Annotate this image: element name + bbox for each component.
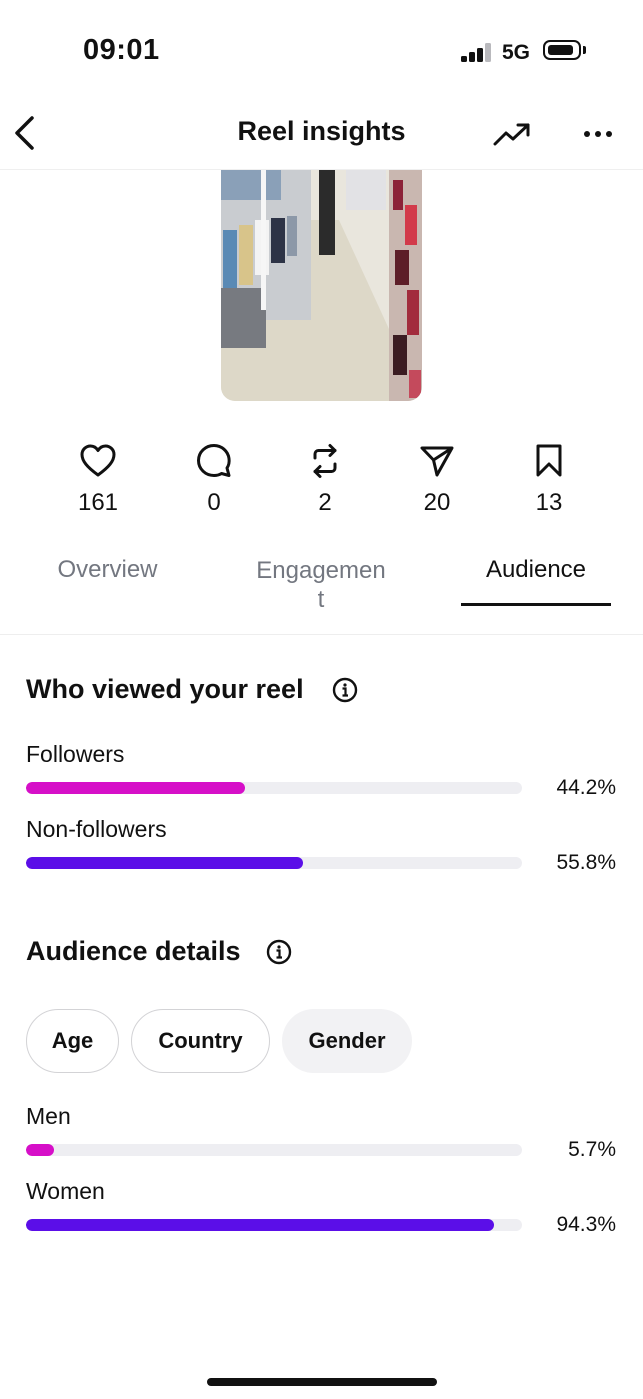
battery-icon <box>543 40 581 60</box>
page-title: Reel insights <box>237 116 406 146</box>
followers-label: Followers <box>26 741 125 767</box>
home-indicator <box>207 1378 437 1386</box>
men-label: Men <box>26 1103 71 1129</box>
battery-tip <box>583 46 586 54</box>
store-aisle-image <box>221 170 422 401</box>
tab-audience[interactable]: Audience <box>461 556 611 584</box>
heart-icon <box>78 441 118 481</box>
women-label: Women <box>26 1178 105 1204</box>
tab-engagement-label: Engagemen <box>256 557 386 584</box>
tab-engagement-label-wrap: t <box>317 586 325 613</box>
non-followers-bar <box>26 857 522 869</box>
men-bar-fill <box>26 1144 55 1156</box>
chip-country[interactable]: Country <box>131 1009 270 1073</box>
info-icon[interactable] <box>332 677 358 703</box>
followers-bar <box>26 782 522 794</box>
women-percent: 94.3% <box>556 1213 616 1236</box>
audience-info-icon[interactable] <box>266 939 292 965</box>
tabs-divider <box>0 634 643 635</box>
likes-count: 161 <box>77 489 119 516</box>
shares-count: 20 <box>423 489 451 516</box>
more-horizontal-icon <box>584 131 612 137</box>
women-bar <box>26 1219 522 1231</box>
men-bar <box>26 1144 522 1156</box>
comments-count: 0 <box>207 489 221 516</box>
network-type: 5G <box>502 41 531 64</box>
signal-icon <box>461 42 491 62</box>
non-followers-label: Non-followers <box>26 816 167 842</box>
comment-icon <box>194 441 234 481</box>
status-time: 09:01 <box>83 34 160 66</box>
share-icon <box>417 441 457 481</box>
repost-icon <box>305 441 345 481</box>
chip-age[interactable]: Age <box>26 1009 119 1073</box>
bookmark-icon <box>529 441 569 481</box>
non-followers-percent: 55.8% <box>556 851 616 874</box>
tab-overview[interactable]: Overview <box>30 556 185 584</box>
viewers-section-title: Who viewed your reel <box>26 674 304 704</box>
reel-thumbnail[interactable] <box>221 170 422 401</box>
saves-count: 13 <box>535 489 563 516</box>
audience-section-title: Audience details <box>26 936 241 966</box>
trending-up-icon <box>493 123 530 146</box>
more-button[interactable] <box>582 122 614 146</box>
followers-percent: 44.2% <box>556 776 616 799</box>
tab-engagement[interactable]: Engagemen t <box>236 556 406 614</box>
reposts-count: 2 <box>318 489 332 516</box>
women-bar-fill <box>26 1219 494 1231</box>
tab-selected-indicator <box>461 603 611 606</box>
non-followers-bar-fill <box>26 857 303 869</box>
trend-button[interactable] <box>492 120 532 150</box>
followers-bar-fill <box>26 782 246 794</box>
men-percent: 5.7% <box>568 1138 616 1161</box>
chip-gender[interactable]: Gender <box>282 1009 412 1073</box>
